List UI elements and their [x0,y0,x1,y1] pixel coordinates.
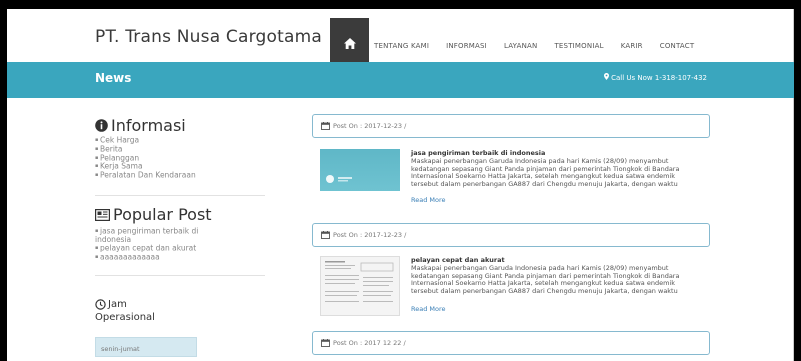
nav-contact[interactable]: CONTACT [660,42,695,50]
post-excerpt: Maskapai penerbangan Garuda Indonesia pa… [411,157,680,189]
post-thumbnail[interactable] [320,149,400,191]
informasi-item[interactable]: Peralatan Dan Kendaraan [95,171,255,180]
nav-tentang-kami[interactable]: TENTANG KAMI [374,42,429,50]
post-title[interactable]: jasa pengiriman terbaik di indonesia [411,149,545,157]
informasi-list: Cek Harga Berita Pelanggan Kerja Sama Pe… [95,136,255,180]
post-title[interactable]: pelayan cepat dan akurat [411,256,505,264]
post-meta-card: Post On : 2017 12 22 / [312,331,710,355]
post-entry: jasa pengiriman terbaik di indonesia Mas… [320,149,710,204]
post-meta: Post On : 2017 12 22 / [321,339,406,347]
post-date: Post On : 2017-12-23 / [333,231,407,239]
nav-layanan[interactable]: LAYANAN [504,42,538,50]
browser-page: PT. Trans Nusa Cargotama TENTANG KAMI IN… [7,0,794,361]
info-icon [95,119,108,132]
sidebar-divider [95,275,265,276]
post-thumbnail[interactable] [320,256,400,316]
page-title: News [95,71,132,85]
post-meta-card: Post On : 2017-12-23 / [312,223,710,247]
post-date: Post On : 2017 12 22 / [333,339,406,347]
call-us-text: Call Us Now 1-318-107-432 [604,73,707,82]
calendar-icon [321,339,330,347]
main-nav: TENTANG KAMI INFORMASI LAYANAN TESTIMONI… [374,42,694,50]
post-meta-card: Post On : 2017-12-23 / [312,114,710,138]
read-more-link[interactable]: Read More [411,196,446,204]
sidebar-popular-heading: Popular Post [95,205,212,224]
clock-icon [95,299,106,310]
site-header: PT. Trans Nusa Cargotama TENTANG KAMI IN… [7,9,794,68]
top-bar [7,0,794,9]
page-banner: News Call Us Now 1-318-107-432 [7,62,794,98]
home-button[interactable] [330,18,369,68]
post-meta: Post On : 2017-12-23 / [321,122,406,130]
jam-operasional-heading: Jam Operasional [95,298,155,324]
home-icon [343,37,356,49]
popular-title: Popular Post [113,205,212,224]
post-entry: pelayan cepat dan akurat Maskapai penerb… [320,256,710,318]
jam-row: senin-jumat [95,337,197,357]
call-us-label: Call Us Now 1-318-107-432 [611,74,707,82]
map-pin-icon [604,73,610,80]
operasional-title: Operasional [95,312,155,323]
popular-list: jasa pengiriman terbaik di indonesia pel… [95,226,235,262]
calendar-icon [321,231,330,239]
post-date: Post On : 2017-12-23 / [333,122,407,130]
informasi-title: Informasi [111,116,186,135]
jam-title: Jam [108,299,127,310]
read-more-link[interactable]: Read More [411,305,446,313]
post-meta: Post On : 2017-12-23 / [321,231,406,239]
informasi-item[interactable]: Pelanggan [95,153,255,163]
post-excerpt: Maskapai penerbangan Garuda Indonesia pa… [411,264,680,296]
popular-item[interactable]: aaaaaaaaaaaaa [95,253,235,262]
newspaper-icon [95,208,110,221]
sidebar-divider [95,195,265,196]
popular-item[interactable]: jasa pengiriman terbaik di indonesia [95,226,235,244]
nav-testimonial[interactable]: TESTIMONIAL [554,42,603,50]
calendar-icon [321,122,330,130]
nav-karir[interactable]: KARIR [621,42,643,50]
sidebar-informasi-heading: Informasi [95,116,186,135]
site-brand[interactable]: PT. Trans Nusa Cargotama [95,27,322,47]
nav-informasi[interactable]: INFORMASI [446,42,487,50]
